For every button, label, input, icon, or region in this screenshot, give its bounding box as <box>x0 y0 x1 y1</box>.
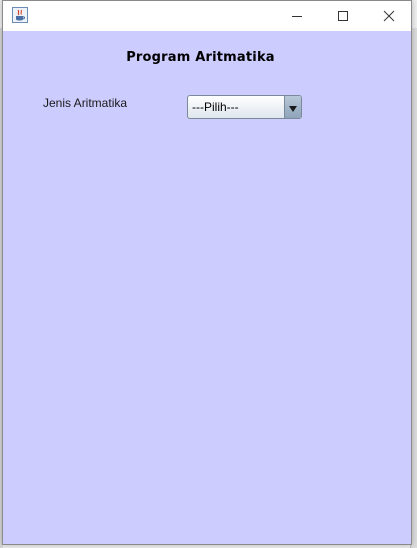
jenis-aritmatika-combobox[interactable]: ---Pilih--- <box>187 95 302 119</box>
minimize-icon <box>291 7 303 26</box>
page-title: Program Aritmatika <box>126 50 275 65</box>
app-window: Program Aritmatika Jenis Aritmatika ---P… <box>2 0 412 545</box>
combobox-dropdown-button[interactable] <box>284 96 301 118</box>
dropdown-arrow-icon <box>289 98 297 117</box>
main-panel: Program Aritmatika Jenis Aritmatika ---P… <box>3 31 411 544</box>
minimize-button[interactable] <box>274 1 320 31</box>
close-icon <box>383 7 395 26</box>
close-button[interactable] <box>366 1 412 31</box>
maximize-icon <box>337 7 349 26</box>
java-app-icon[interactable] <box>12 7 28 23</box>
jenis-aritmatika-label: Jenis Aritmatika <box>43 96 128 110</box>
maximize-button[interactable] <box>320 1 366 31</box>
combobox-selected-value: ---Pilih--- <box>192 100 239 114</box>
title-bar[interactable] <box>3 1 411 31</box>
